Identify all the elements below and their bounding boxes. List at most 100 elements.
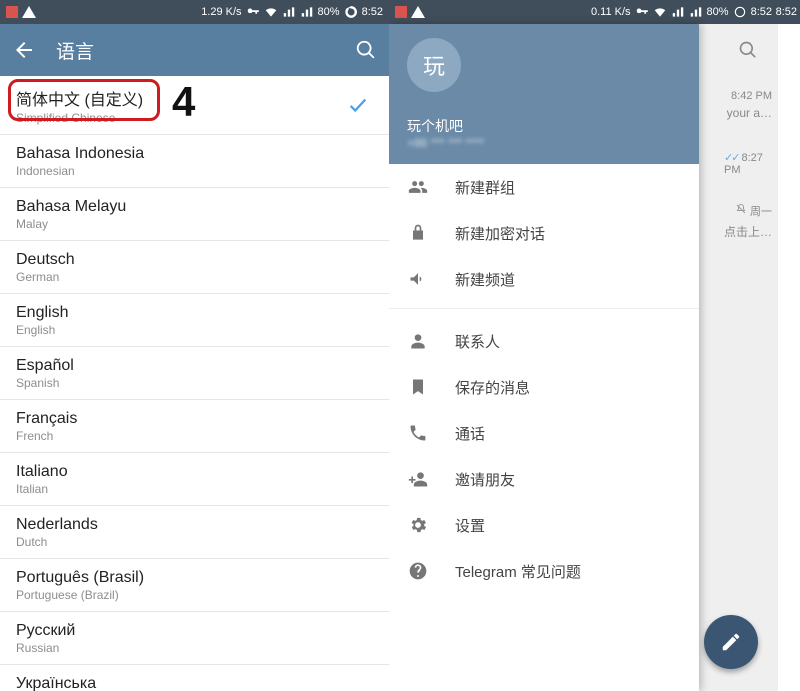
avatar[interactable]: 玩 — [407, 38, 461, 92]
drawer-item[interactable]: 保存的消息 — [389, 364, 699, 410]
language-name: Українська — [16, 675, 373, 691]
warning-icon — [411, 6, 425, 18]
read-ticks-icon: ✓✓ — [724, 152, 738, 164]
drawer-item[interactable]: 新建加密对话 — [389, 210, 699, 256]
bookmark-icon — [407, 376, 429, 398]
language-sub: French — [16, 429, 373, 443]
language-name: Español — [16, 357, 373, 375]
clock: 8:52 — [362, 6, 383, 18]
drawer-item[interactable]: Telegram 常见问题 — [389, 548, 699, 594]
drawer-item[interactable]: 设置 — [389, 502, 699, 548]
drawer-item-label: 联系人 — [455, 331, 500, 352]
channel-icon — [407, 268, 429, 290]
search-button[interactable] — [718, 24, 778, 76]
chat-time: 周一 — [750, 206, 772, 218]
drawer-item-label: 保存的消息 — [455, 377, 530, 398]
drawer-item-label: Telegram 常见问题 — [455, 561, 581, 582]
language-row[interactable]: NederlandsDutch — [0, 506, 389, 559]
drawer-header[interactable]: 玩 玩个机吧 +86 *** *** **** — [389, 24, 699, 164]
language-row[interactable]: УкраїнськаUkrainian — [0, 665, 389, 691]
language-sub: Indonesian — [16, 164, 373, 178]
drawer-item-label: 邀请朋友 — [455, 469, 515, 490]
language-name: Bahasa Indonesia — [16, 145, 373, 163]
status-bar: 0.11 K/s 80% 8:52 — [389, 0, 778, 24]
language-row[interactable]: Bahasa MelayuMalay — [0, 188, 389, 241]
pencil-icon — [720, 631, 742, 653]
drawer-item-label: 新建频道 — [455, 269, 515, 290]
language-sub: Malay — [16, 217, 373, 231]
warning-icon — [22, 6, 36, 18]
page-title: 语言 — [56, 37, 355, 64]
language-list[interactable]: 简体中文 (自定义)Simplified ChineseBahasa Indon… — [0, 76, 389, 691]
chat-preview: 点击上… — [724, 223, 772, 240]
language-row[interactable]: Português (Brasil)Portuguese (Brazil) — [0, 559, 389, 612]
callout-number: 4 — [172, 78, 195, 126]
chat-peek-item[interactable]: 周一点击上… — [718, 192, 778, 250]
language-row[interactable]: FrançaisFrench — [0, 400, 389, 453]
wifi-icon — [653, 5, 667, 19]
language-sub: Dutch — [16, 535, 373, 549]
drawer-item[interactable]: 联系人 — [389, 318, 699, 364]
key-icon — [246, 5, 260, 19]
back-button[interactable] — [12, 38, 36, 62]
partial-phone: 8:52 — [778, 0, 800, 691]
muted-icon — [735, 206, 747, 218]
signal-icon-2 — [689, 5, 703, 19]
language-name: Nederlands — [16, 516, 373, 534]
battery-icon — [344, 5, 358, 19]
language-row[interactable]: Bahasa IndonesiaIndonesian — [0, 135, 389, 188]
clock: 8:52 — [751, 6, 772, 18]
chat-preview: your a… — [727, 106, 772, 120]
compose-fab[interactable] — [704, 615, 758, 669]
drawer-phone: +86 *** *** **** — [407, 136, 681, 150]
chat-list-peek: 8:42 PM your a… ✓✓ 8:27 PM 周一点击上… — [718, 24, 778, 691]
language-row[interactable]: EnglishEnglish — [0, 294, 389, 347]
app-indicator-icon — [6, 6, 18, 18]
net-speed: 1.29 K/s — [201, 6, 241, 18]
language-row[interactable]: РусскийRussian — [0, 612, 389, 665]
language-name: Русский — [16, 622, 373, 640]
call-icon — [407, 422, 429, 444]
app-indicator-icon — [395, 6, 407, 18]
signal-icon-2 — [300, 5, 314, 19]
adduser-icon — [407, 468, 429, 490]
nav-drawer: 玩 玩个机吧 +86 *** *** **** 新建群组新建加密对话新建频道联系… — [389, 24, 699, 691]
signal-icon — [671, 5, 685, 19]
help-icon — [407, 560, 429, 582]
callout-box — [8, 79, 160, 121]
drawer-item-label: 设置 — [455, 515, 485, 536]
language-sub: Russian — [16, 641, 373, 655]
status-bar: 1.29 K/s 80% 8:52 — [0, 0, 389, 24]
search-button[interactable] — [355, 39, 377, 61]
group-icon — [407, 176, 429, 198]
language-name: Bahasa Melayu — [16, 198, 373, 216]
language-name: Português (Brasil) — [16, 569, 373, 587]
battery-pct: 80% — [707, 6, 729, 18]
language-sub: Spanish — [16, 376, 373, 390]
app-bar: 语言 — [0, 24, 389, 76]
wifi-icon — [264, 5, 278, 19]
drawer-item[interactable]: 通话 — [389, 410, 699, 456]
drawer-item[interactable]: 邀请朋友 — [389, 456, 699, 502]
drawer-item-label: 通话 — [455, 423, 485, 444]
language-sub: Portuguese (Brazil) — [16, 588, 373, 602]
language-row[interactable]: EspañolSpanish — [0, 347, 389, 400]
language-name: Deutsch — [16, 251, 373, 269]
lock-icon — [407, 222, 429, 244]
chat-peek-item[interactable]: 8:42 PM your a… — [718, 76, 778, 134]
battery-pct: 80% — [318, 6, 340, 18]
drawer-item[interactable]: 新建频道 — [389, 256, 699, 302]
drawer-item[interactable]: 新建群组 — [389, 164, 699, 210]
language-row[interactable]: DeutschGerman — [0, 241, 389, 294]
language-sub: Italian — [16, 482, 373, 496]
chat-peek-item[interactable]: ✓✓ 8:27 PM — [718, 134, 778, 192]
net-speed: 0.11 K/s — [591, 6, 631, 18]
drawer-item-label: 新建加密对话 — [455, 223, 545, 244]
chat-time: 8:42 PM — [731, 90, 772, 102]
drawer-item-label: 新建群组 — [455, 177, 515, 198]
language-row[interactable]: ItalianoItalian — [0, 453, 389, 506]
check-icon — [347, 94, 369, 121]
battery-icon — [733, 5, 747, 19]
settings-icon — [407, 514, 429, 536]
language-name: Italiano — [16, 463, 373, 481]
